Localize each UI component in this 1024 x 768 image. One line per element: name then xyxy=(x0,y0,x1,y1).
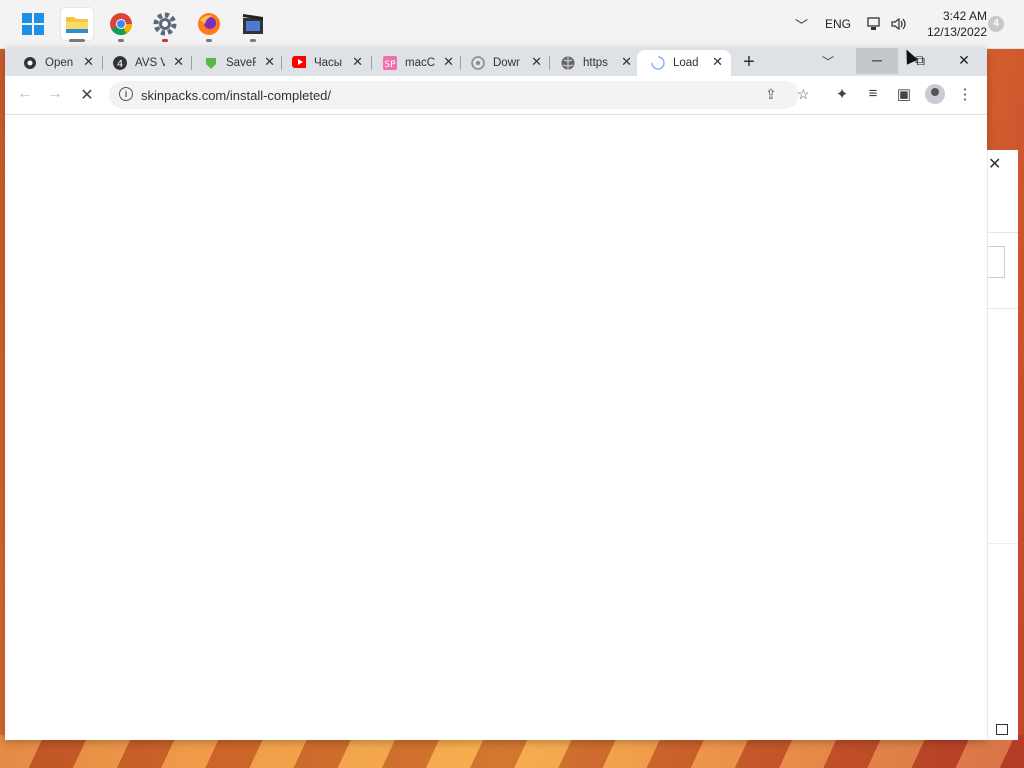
clock[interactable]: 3:42 AM 12/13/2022 xyxy=(915,8,987,40)
page-content xyxy=(5,115,987,740)
chrome-icon xyxy=(110,13,132,35)
url-text[interactable]: skinpacks.com/install-completed/ xyxy=(141,88,331,103)
tab-loading[interactable]: Load ✕ xyxy=(637,50,731,76)
extensions-puzzle-icon[interactable]: ✦ xyxy=(833,85,851,103)
expand-icon[interactable] xyxy=(996,724,1008,735)
divider xyxy=(988,232,1018,233)
close-icon[interactable]: ✕ xyxy=(988,154,1001,174)
bookmark-star-icon[interactable]: ☆ xyxy=(797,86,810,103)
plus-icon: + xyxy=(743,51,755,73)
taskbar-firefox[interactable] xyxy=(193,8,225,42)
savefrom-icon xyxy=(206,58,216,69)
chevron-down-icon: ﹀ xyxy=(822,55,835,69)
openai-icon xyxy=(24,57,36,69)
chevron-up-icon: ﹀ xyxy=(795,17,809,33)
taskbar: ﹀ ENG 3:42 AM 12/13/2022 4 xyxy=(0,0,1024,49)
side-panel-input[interactable] xyxy=(988,246,1005,278)
firefox-icon xyxy=(198,13,220,35)
show-hidden-icons[interactable]: ﹀ xyxy=(795,0,808,48)
svg-text:4: 4 xyxy=(117,59,123,70)
back-button[interactable]: ← xyxy=(15,85,35,103)
tab-title: Open xyxy=(45,57,74,69)
minimize-icon: ─ xyxy=(872,52,882,68)
sp-icon: SP xyxy=(383,56,397,70)
gear-icon xyxy=(153,12,177,36)
menu-dots-icon[interactable]: ⋮ xyxy=(956,85,974,103)
tab-close-icon[interactable]: ✕ xyxy=(712,54,723,70)
divider xyxy=(988,308,1018,309)
windows-logo-icon xyxy=(22,13,44,35)
minimize-button[interactable]: ─ xyxy=(856,48,898,74)
tab-title: Load xyxy=(673,57,699,69)
film-clapper-icon xyxy=(243,14,263,34)
taskbar-file-explorer[interactable] xyxy=(61,8,93,42)
tab-title: Часы xyxy=(314,57,343,69)
tab-title: Dowr xyxy=(493,57,520,69)
notification-badge[interactable]: 4 xyxy=(988,16,1004,32)
tab-title: macC xyxy=(405,57,435,69)
new-tab-button[interactable]: + xyxy=(738,51,760,74)
tab-close-icon[interactable]: ✕ xyxy=(83,54,94,70)
running-indicator xyxy=(118,39,124,42)
active-indicator xyxy=(69,39,85,42)
side-panel-icon[interactable]: ▣ xyxy=(895,85,913,103)
running-indicator xyxy=(162,39,168,42)
language-label: ENG xyxy=(825,17,852,31)
running-indicator xyxy=(206,39,212,42)
tab-close-icon[interactable]: ✕ xyxy=(352,54,363,70)
download-icon xyxy=(471,56,485,70)
tab-close-icon[interactable]: ✕ xyxy=(621,54,632,70)
volume-tray[interactable] xyxy=(890,0,908,48)
browser-window: Open ✕ 4 AVS V ✕ SaveF ✕ Часы ✕ SP macC xyxy=(5,48,987,740)
globe-icon xyxy=(561,56,575,70)
tab-avs[interactable]: 4 AVS V ✕ xyxy=(95,50,192,76)
forward-button[interactable]: → xyxy=(45,85,65,103)
running-indicator xyxy=(250,39,256,42)
arrow-right-icon: → xyxy=(47,85,63,102)
close-icon: ✕ xyxy=(958,52,970,68)
browser-toolbar: ← → ✕ i skinpacks.com/install-completed/… xyxy=(5,76,987,115)
profile-avatar[interactable] xyxy=(925,84,945,104)
divider xyxy=(988,543,1018,544)
tab-close-icon[interactable]: ✕ xyxy=(531,54,542,70)
speaker-icon xyxy=(891,17,906,31)
svg-text:SP: SP xyxy=(384,60,396,70)
tab-savefrom[interactable]: SaveF ✕ xyxy=(186,50,283,76)
tab-download[interactable]: Dowr ✕ xyxy=(453,50,550,76)
arrow-left-icon: ← xyxy=(17,85,33,102)
tab-title: https xyxy=(583,57,608,69)
stop-x-icon: ✕ xyxy=(80,87,94,104)
youtube-icon xyxy=(292,56,306,68)
taskbar-settings[interactable] xyxy=(149,8,181,42)
folder-icon xyxy=(66,17,88,33)
site-info-icon[interactable]: i xyxy=(119,87,133,101)
start-button[interactable] xyxy=(17,8,49,40)
tab-close-icon[interactable]: ✕ xyxy=(173,54,184,70)
tab-strip: Open ✕ 4 AVS V ✕ SaveF ✕ Часы ✕ SP macC xyxy=(5,48,987,76)
tab-title: AVS V xyxy=(135,57,165,69)
taskbar-video-app[interactable] xyxy=(237,8,269,42)
media-queue-icon[interactable]: ≡ xyxy=(864,85,882,102)
side-panel: ✕ xyxy=(987,150,1018,740)
network-tray[interactable] xyxy=(866,0,882,48)
taskbar-chrome[interactable] xyxy=(105,8,137,42)
close-window-button[interactable]: ✕ xyxy=(943,48,985,74)
tab-https[interactable]: https ✕ xyxy=(543,50,640,76)
tab-openai[interactable]: Open ✕ xyxy=(5,50,102,76)
stop-loading-button[interactable]: ✕ xyxy=(77,85,97,105)
address-bar[interactable]: i skinpacks.com/install-completed/ ⇪ ☆ xyxy=(109,81,810,109)
network-icon xyxy=(867,17,880,30)
avs-icon: 4 xyxy=(113,56,127,70)
tab-youtube[interactable]: Часы ✕ xyxy=(274,50,371,76)
language-indicator[interactable]: ENG xyxy=(825,0,851,48)
clock-date: 12/13/2022 xyxy=(926,25,987,39)
share-icon[interactable]: ⇪ xyxy=(765,86,777,103)
clock-time: 3:42 AM xyxy=(942,9,987,23)
tab-search-button[interactable]: ﹀ xyxy=(822,53,834,70)
tab-title: SaveF xyxy=(226,57,256,69)
tab-skinpacks[interactable]: SP macC ✕ xyxy=(365,50,462,76)
spinner-icon xyxy=(651,56,665,70)
